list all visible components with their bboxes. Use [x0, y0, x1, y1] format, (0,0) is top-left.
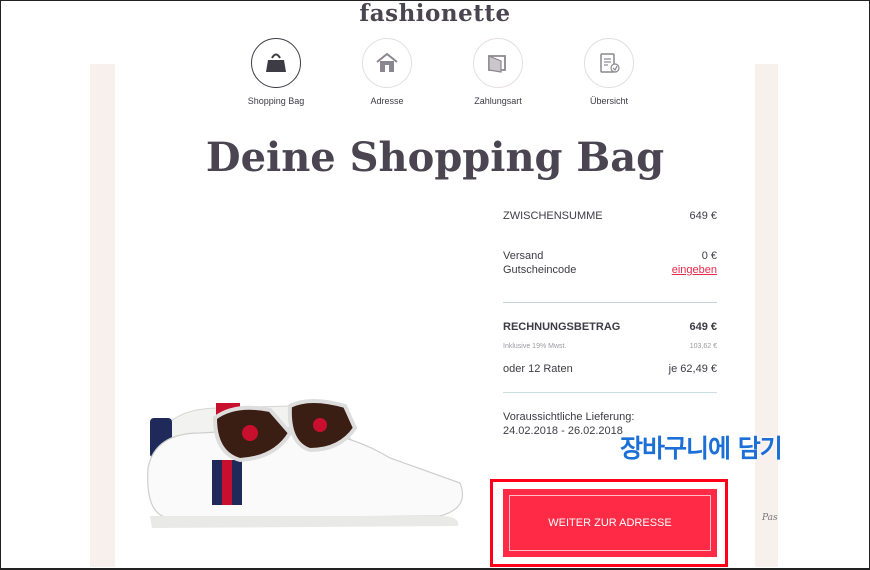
page-title: Deine Shopping Bag: [205, 134, 665, 181]
house-icon: [362, 38, 412, 88]
shipping-value: 0 €: [701, 250, 717, 262]
voucher-label: Gutscheincode: [503, 264, 577, 276]
shipping-row: Versand 0 €: [503, 250, 717, 262]
voucher-enter-link[interactable]: eingeben: [672, 264, 717, 302]
order-summary: ZWISCHENSUMME 649 € Versand 0 € Gutschei…: [503, 210, 717, 437]
wallet-icon: [473, 38, 523, 88]
subtotal-row: ZWISCHENSUMME 649 €: [503, 210, 717, 250]
button-inner-border: [509, 495, 711, 551]
step-label: Übersicht: [589, 96, 628, 106]
bag-icon: [251, 38, 301, 88]
subtotal-label: ZWISCHENSUMME: [503, 210, 603, 222]
vat-row: Inklusive 19% Mwst. 103,62 €: [503, 343, 717, 350]
side-text: Pas: [762, 513, 778, 523]
brand-logo[interactable]: fashionette: [0, 0, 870, 27]
step-label: Shopping Bag: [247, 96, 305, 106]
product-image[interactable]: [140, 398, 470, 538]
step-uebersicht[interactable]: Übersicht: [564, 38, 654, 106]
divider: [503, 392, 717, 393]
step-label: Zahlungsart: [474, 96, 522, 106]
delivery-label: Voraussichtliche Lieferung:: [503, 411, 635, 423]
voucher-row: Gutscheincode eingeben: [503, 264, 717, 302]
step-label: Adresse: [370, 96, 404, 106]
vat-label: Inklusive 19% Mwst.: [503, 343, 567, 350]
total-label: RECHNUNGSBETRAG: [503, 321, 621, 333]
divider: [503, 302, 717, 303]
step-adresse[interactable]: Adresse: [342, 38, 432, 106]
subtotal-value: 649 €: [689, 210, 717, 222]
continue-to-address-button[interactable]: WEITER ZUR ADRESSE: [503, 489, 717, 557]
annotation-label: 장바구니에 담기: [620, 434, 783, 463]
step-zahlungsart[interactable]: Zahlungsart: [453, 38, 543, 106]
step-shopping-bag[interactable]: Shopping Bag: [231, 38, 321, 106]
checklist-icon: [584, 38, 634, 88]
total-row: RECHNUNGSBETRAG 649 €: [503, 321, 717, 333]
shipping-label: Versand: [503, 250, 544, 262]
installments-value: je 62,49 €: [668, 363, 717, 375]
vat-value: 103,62 €: [689, 343, 717, 350]
total-value: 649 €: [689, 321, 717, 333]
installments-label: oder 12 Raten: [503, 363, 573, 375]
installments-row: oder 12 Raten je 62,49 €: [503, 363, 717, 392]
checkout-steps: Shopping Bag Adresse Zahlungsart Übersic…: [0, 38, 870, 118]
